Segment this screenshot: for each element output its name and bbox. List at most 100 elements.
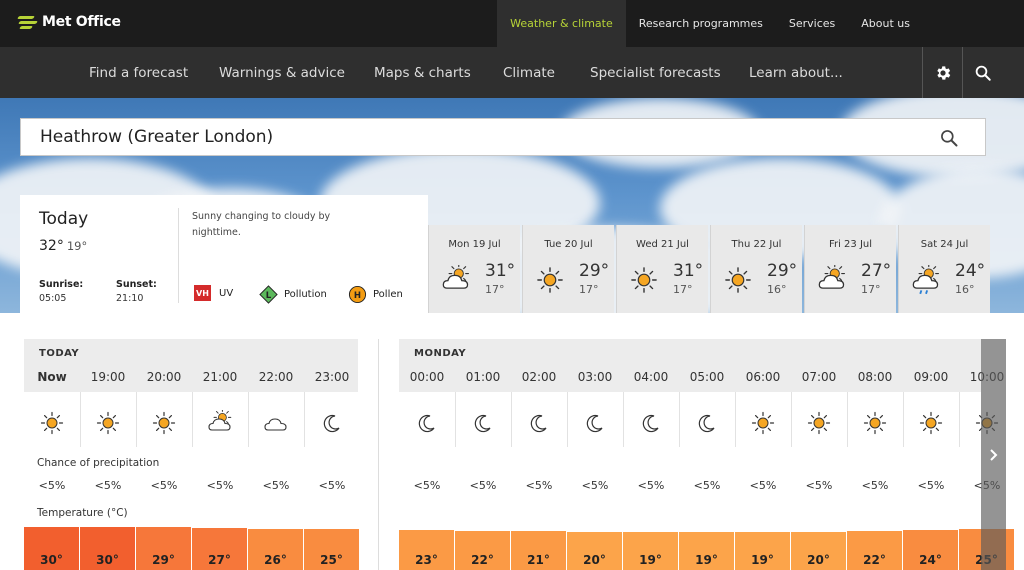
sun-cloud-rain-icon <box>912 263 940 295</box>
hour-temperature: 22° <box>847 530 902 570</box>
today-summary-card[interactable]: Today 32° 19° Sunrise: 05:05 Sunset: 21:1… <box>20 195 428 313</box>
topnav-services[interactable]: Services <box>776 0 848 47</box>
column-divider <box>567 392 568 447</box>
hour-label: 05:00 <box>689 370 725 384</box>
hour-weather-icon <box>319 410 345 436</box>
hour-label: 07:00 <box>801 370 837 384</box>
moon-icon <box>323 414 340 433</box>
day-tab[interactable]: Sat 24 Jul 24° 16° <box>898 225 990 313</box>
column-divider <box>455 392 456 447</box>
pollen-circle-icon: H <box>348 285 367 304</box>
hour-temperature: 30° <box>80 526 135 570</box>
column-divider <box>304 392 305 447</box>
day-name: Wed 21 Jul <box>636 239 689 250</box>
hour-temperature: 23° <box>399 530 454 570</box>
day-name: Thu 22 Jul <box>731 239 782 250</box>
day-weather-icon <box>629 265 659 299</box>
column-divider <box>735 392 736 447</box>
hour-weather-icon <box>806 410 832 436</box>
hour-precip: <5% <box>749 479 777 492</box>
today-hourly-header: TODAY <box>24 339 358 364</box>
sun-icon <box>863 411 887 435</box>
nav-climate[interactable]: Climate <box>503 47 555 98</box>
day-high-temp: 31° <box>673 261 704 281</box>
hour-precip: <5% <box>469 479 497 492</box>
day-low-temp: 16° <box>767 283 787 296</box>
scroll-right-button[interactable] <box>981 339 1006 570</box>
hour-precip: <5% <box>693 479 721 492</box>
sun-icon <box>96 411 120 435</box>
settings-button[interactable] <box>922 47 962 98</box>
nav-search-button[interactable] <box>962 47 1002 98</box>
today-description: Sunny changing to cloudy by nighttime. <box>192 211 331 238</box>
nav-learn-about[interactable]: Learn about... <box>749 47 843 98</box>
pollen-indicator[interactable]: H Pollen <box>348 285 403 304</box>
hour-precip: <5% <box>525 479 553 492</box>
nav-warnings[interactable]: Warnings & advice <box>219 47 345 98</box>
hour-label: 09:00 <box>913 370 949 384</box>
search-icon <box>975 65 991 81</box>
main-nav: Find a forecast Warnings & advice Maps &… <box>0 47 1024 98</box>
logo-mark-icon <box>17 12 38 32</box>
pollution-label: Pollution <box>284 289 327 300</box>
monday-hourly-header: MONDAY <box>399 339 981 364</box>
column-divider <box>192 392 193 447</box>
uv-indicator[interactable]: VH UV <box>194 285 233 301</box>
chevron-right-icon <box>989 448 997 461</box>
divider <box>178 208 179 303</box>
hour-label: 01:00 <box>465 370 501 384</box>
day-high-temp: 29° <box>579 261 610 281</box>
met-office-logo[interactable]: Met Office <box>17 12 121 32</box>
pollution-badge: L <box>266 291 272 301</box>
sun-icon <box>919 411 943 435</box>
day-name: Tue 20 Jul <box>544 239 593 250</box>
hour-temperature: 19° <box>679 532 734 570</box>
sunset-block: Sunset: 21:10 <box>116 279 157 304</box>
hour-temperature: 26° <box>248 528 303 570</box>
top-nav: Weather & climate Research programmes Se… <box>497 0 1024 47</box>
column-divider <box>136 392 137 447</box>
location-search-button[interactable] <box>939 128 959 152</box>
topnav-research[interactable]: Research programmes <box>626 0 776 47</box>
day-tab[interactable]: Thu 22 Jul 29° 16° <box>710 225 802 313</box>
column-divider <box>903 392 904 447</box>
day-tab[interactable]: Mon 19 Jul 31° 17° <box>428 225 520 313</box>
column-divider <box>248 392 249 447</box>
nav-maps-charts[interactable]: Maps & charts <box>374 47 471 98</box>
topnav-about[interactable]: About us <box>848 0 1024 47</box>
column-divider <box>511 392 512 447</box>
sun-icon <box>152 411 176 435</box>
column-divider <box>623 392 624 447</box>
nav-find-forecast[interactable]: Find a forecast <box>89 47 188 98</box>
hour-weather-icon <box>151 410 177 436</box>
pollen-badge: H <box>354 291 361 301</box>
day-low-temp: 17° <box>861 283 881 296</box>
cloud-icon <box>264 418 287 431</box>
topnav-weather-climate[interactable]: Weather & climate <box>497 0 626 47</box>
hour-weather-icon <box>207 408 233 436</box>
hour-weather-icon <box>638 410 664 436</box>
hour-precip: <5% <box>38 479 66 492</box>
moon-icon <box>586 414 603 433</box>
day-low-temp: 16° <box>955 283 975 296</box>
pollution-indicator[interactable]: L Pollution <box>259 285 327 304</box>
logo-text: Met Office <box>42 14 121 30</box>
location-search <box>20 118 986 156</box>
column-divider <box>679 392 680 447</box>
day-tab[interactable]: Tue 20 Jul 29° 17° <box>522 225 614 313</box>
day-tab[interactable]: Wed 21 Jul 31° 17° <box>616 225 708 313</box>
sun-cloud-icon <box>208 408 232 431</box>
panel-separator <box>378 339 379 570</box>
search-icon <box>941 130 958 147</box>
pollution-diamond-icon: L <box>259 285 278 304</box>
hour-label: 00:00 <box>409 370 445 384</box>
top-bar: Met Office Weather & climate Research pr… <box>0 0 1024 47</box>
location-search-input[interactable] <box>21 119 901 155</box>
day-tab[interactable]: Fri 23 Jul 27° 17° <box>804 225 896 313</box>
hour-label: 04:00 <box>633 370 669 384</box>
nav-specialist[interactable]: Specialist forecasts <box>590 47 721 98</box>
hour-weather-icon <box>414 410 440 436</box>
column-divider <box>80 392 81 447</box>
sun-cloud-icon <box>442 263 470 289</box>
hour-precip: <5% <box>206 479 234 492</box>
